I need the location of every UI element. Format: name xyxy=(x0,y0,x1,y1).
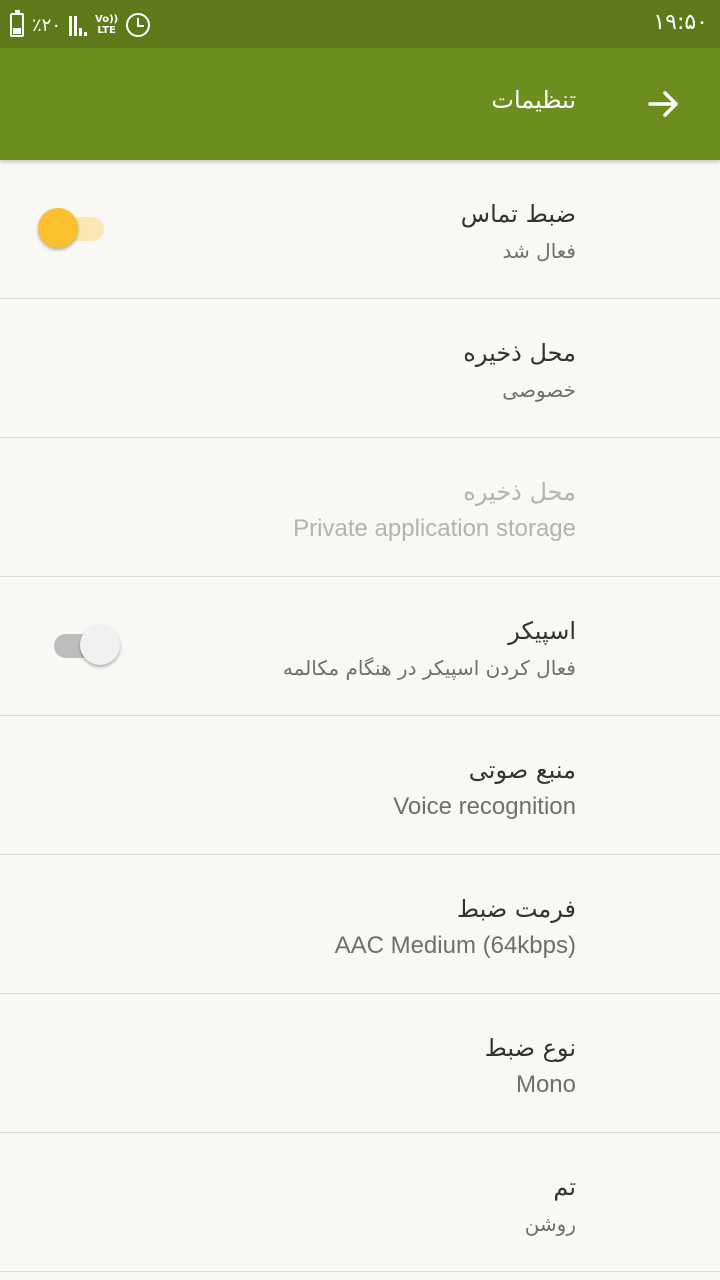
setting-theme[interactable]: تم روشن xyxy=(0,1133,720,1272)
status-icons: ٪۲۰ Vo)) LTE xyxy=(10,10,151,40)
alarm-icon xyxy=(126,13,151,37)
setting-audio-source[interactable]: منبع صوتی Voice recognition xyxy=(0,716,720,855)
setting-text: ضبط تماس فعال شد xyxy=(461,196,576,268)
status-bar: ٪۲۰ Vo)) LTE ۱۹:۵۰ xyxy=(0,0,720,48)
setting-text: نوع ضبط Mono xyxy=(485,1030,576,1102)
setting-title: اسپیکر xyxy=(508,617,576,645)
setting-summary: AAC Medium (64kbps) xyxy=(334,932,576,959)
volte-icon: Vo)) LTE xyxy=(95,14,118,36)
battery-charging-icon xyxy=(10,10,24,37)
signal-icon xyxy=(69,14,88,36)
setting-recording-format[interactable]: فرمت ضبط AAC Medium (64kbps) xyxy=(0,855,720,994)
setting-title: تم xyxy=(553,1173,576,1201)
setting-text: محل ذخیره خصوصی xyxy=(463,335,576,407)
setting-call-recording[interactable]: ضبط تماس فعال شد xyxy=(0,160,720,299)
volte-bottom: LTE xyxy=(97,25,116,36)
setting-summary: فعال شد xyxy=(502,239,576,263)
setting-summary: خصوصی xyxy=(502,378,576,402)
setting-text: تم روشن xyxy=(525,1169,576,1241)
setting-text: منبع صوتی Voice recognition xyxy=(393,752,576,824)
setting-summary: روشن xyxy=(524,1212,576,1236)
setting-title: فرمت ضبط xyxy=(456,895,576,923)
setting-summary: Private application storage xyxy=(293,515,576,542)
setting-summary: Voice recognition xyxy=(393,793,576,820)
status-time: ۱۹:۵۰ xyxy=(653,10,708,35)
speaker-switch[interactable] xyxy=(38,625,120,665)
setting-text: محل ذخیره Private application storage xyxy=(293,474,576,546)
setting-storage-location[interactable]: محل ذخیره خصوصی xyxy=(0,299,720,438)
setting-summary: Mono xyxy=(515,1071,576,1098)
battery-percent: ٪۲۰ xyxy=(32,14,62,36)
arrow-forward-icon xyxy=(648,91,678,117)
switch-thumb xyxy=(80,625,120,665)
settings-list: ضبط تماس فعال شد محل ذخیره خصوصی محل ذخی… xyxy=(0,160,720,1272)
setting-title: محل ذخیره xyxy=(463,339,576,367)
setting-text: فرمت ضبط AAC Medium (64kbps) xyxy=(335,891,576,963)
page-title: تنظیمات xyxy=(491,86,576,114)
setting-speaker[interactable]: اسپیکر فعال کردن اسپیکر در هنگام مکالمه xyxy=(0,577,720,716)
setting-text: اسپیکر فعال کردن اسپیکر در هنگام مکالمه xyxy=(283,613,576,685)
volte-top: Vo)) xyxy=(95,14,119,25)
setting-summary: فعال کردن اسپیکر در هنگام مکالمه xyxy=(282,656,576,680)
setting-title: نوع ضبط xyxy=(484,1034,576,1062)
call-recording-switch[interactable] xyxy=(38,208,106,248)
app-toolbar: تنظیمات xyxy=(0,48,720,160)
setting-title: محل ذخیره xyxy=(463,478,576,506)
setting-title: منبع صوتی xyxy=(468,756,576,784)
setting-title: ضبط تماس xyxy=(460,200,576,228)
setting-storage-path: محل ذخیره Private application storage xyxy=(0,438,720,577)
back-button[interactable] xyxy=(636,76,692,132)
setting-recording-type[interactable]: نوع ضبط Mono xyxy=(0,994,720,1133)
switch-thumb xyxy=(38,208,78,248)
